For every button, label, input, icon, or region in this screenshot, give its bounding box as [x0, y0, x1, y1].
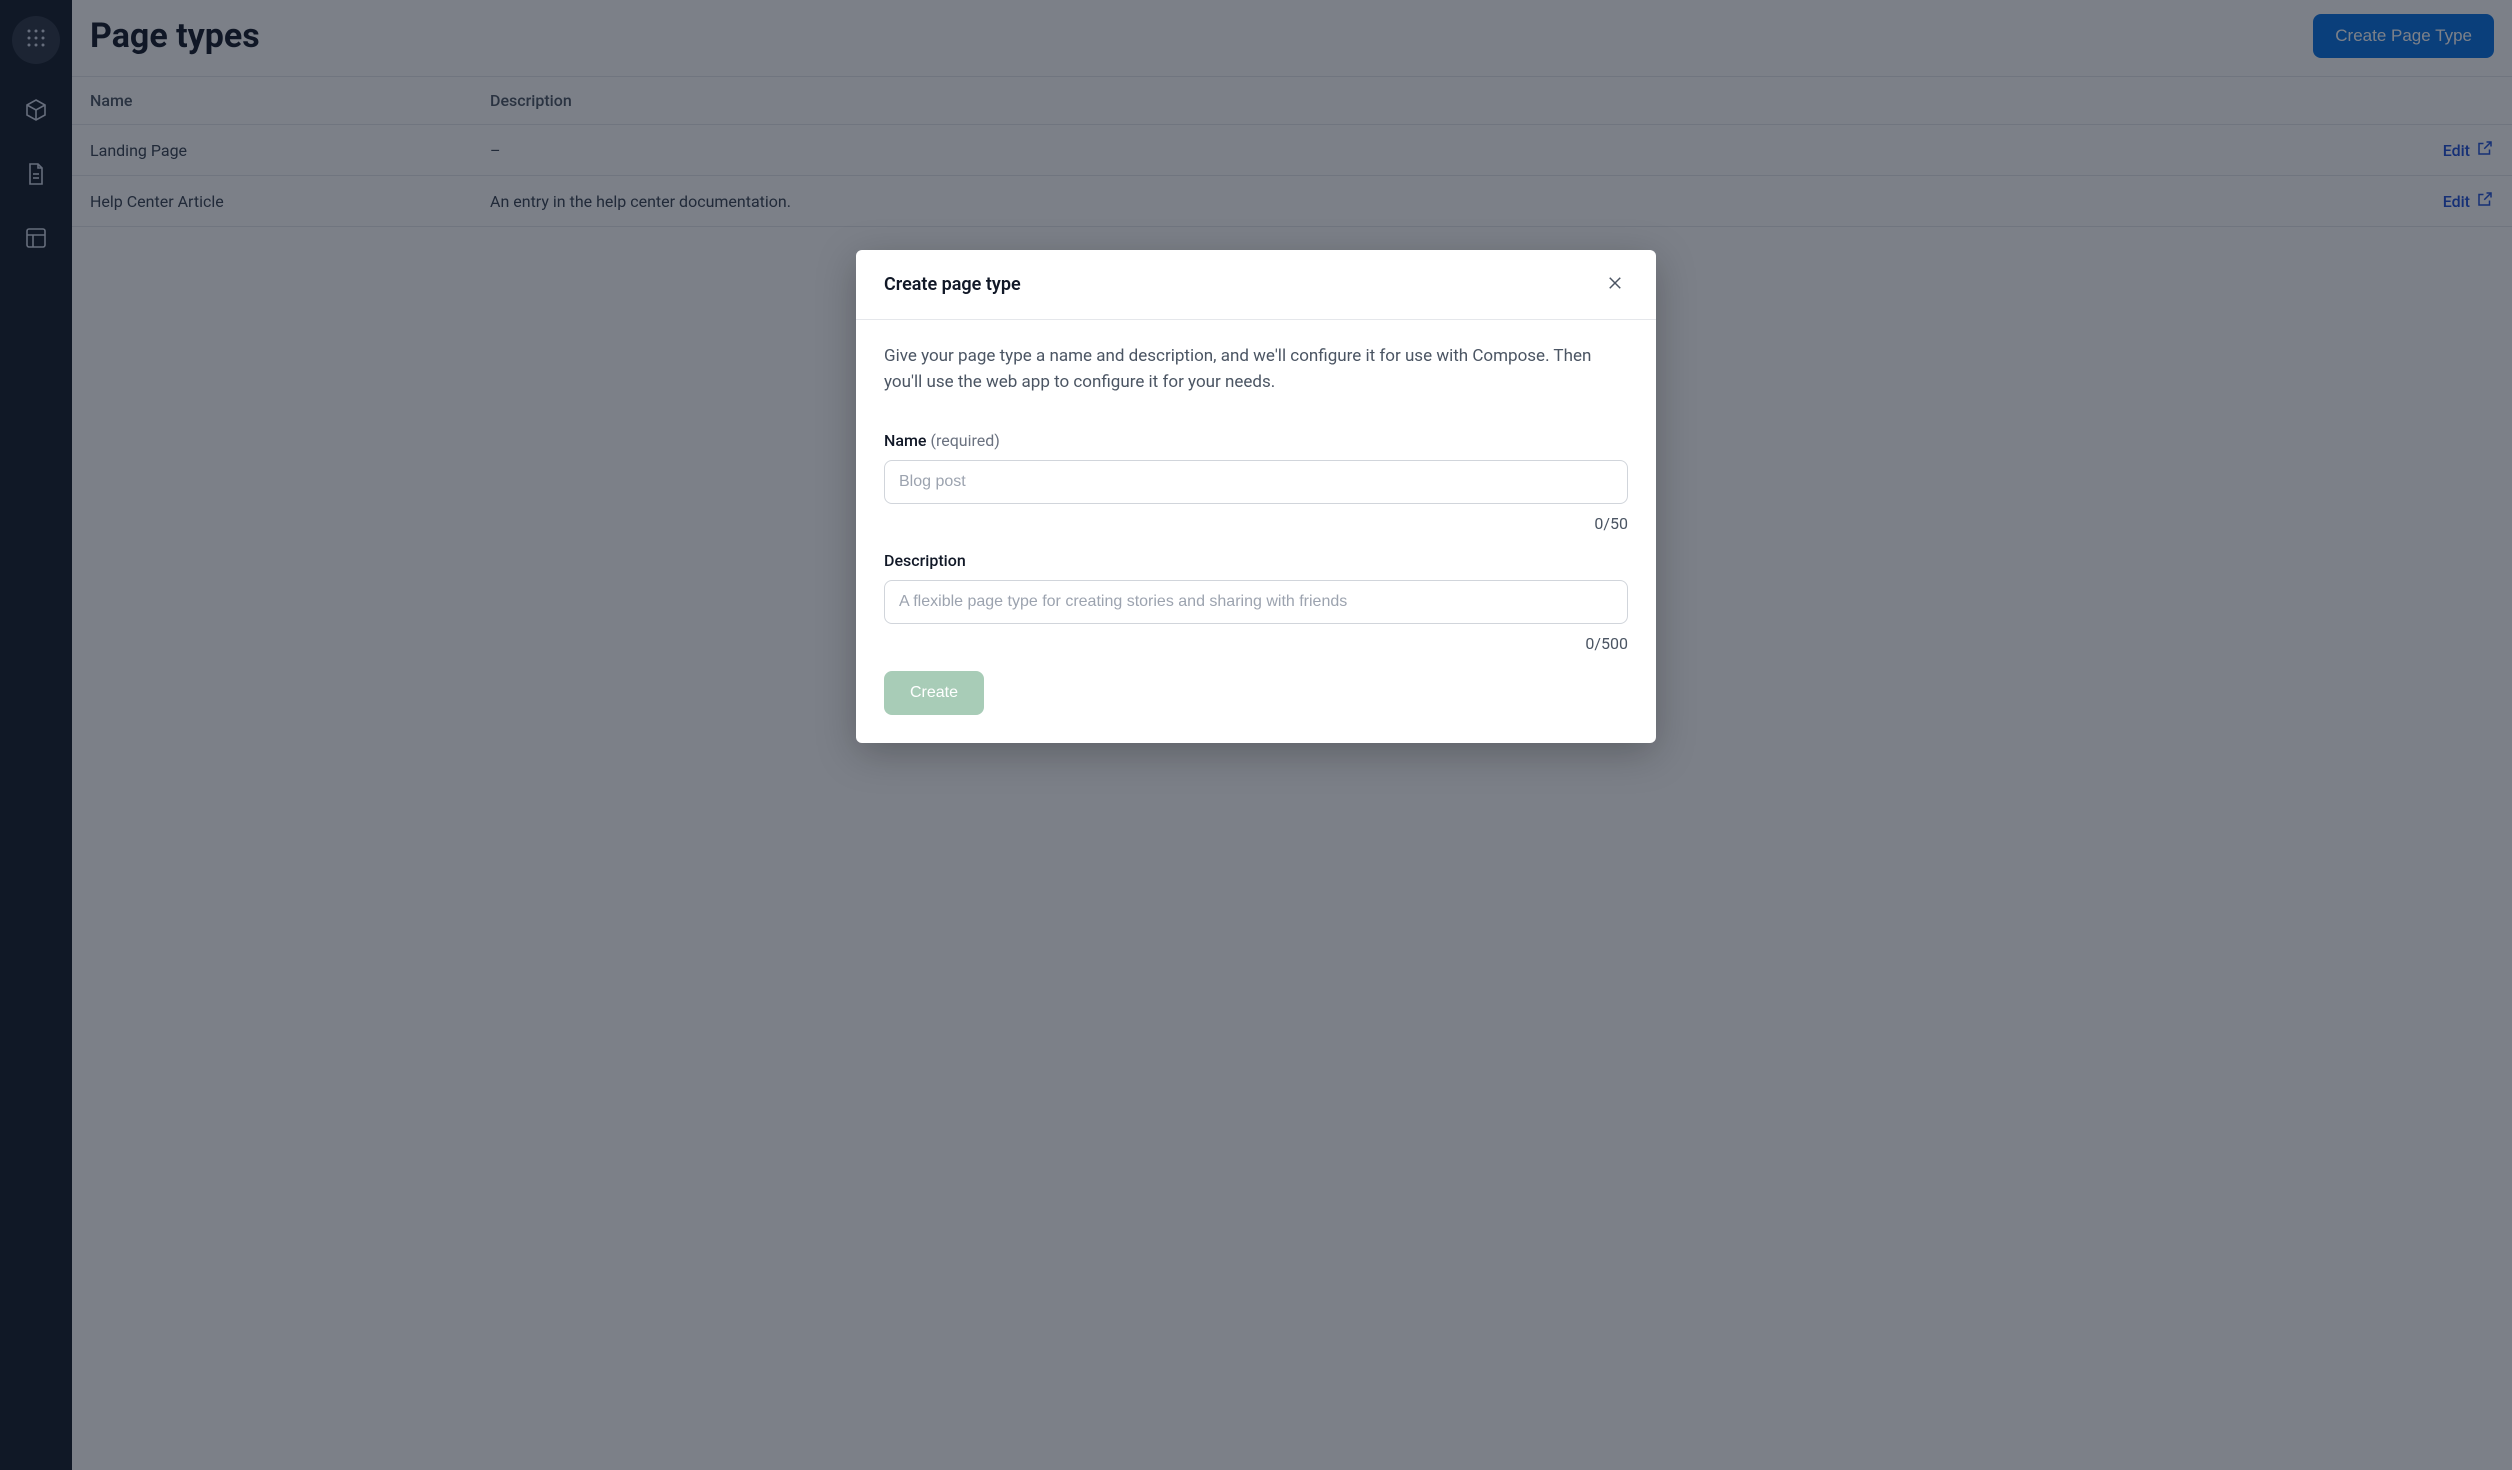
close-button[interactable] [1602, 270, 1628, 299]
modal-body: Give your page type a name and descripti… [856, 320, 1656, 743]
modal-header: Create page type [856, 250, 1656, 320]
name-counter: 0/50 [884, 514, 1628, 533]
description-counter: 0/500 [884, 634, 1628, 653]
close-icon [1606, 280, 1624, 295]
name-input[interactable] [884, 460, 1628, 504]
modal-title: Create page type [884, 274, 1021, 295]
name-field-label: Name (required) [884, 431, 1628, 450]
description-input[interactable] [884, 580, 1628, 624]
create-page-type-modal: Create page type Give your page type a n… [856, 250, 1656, 743]
description-field-label: Description [884, 551, 1628, 570]
modal-overlay[interactable]: Create page type Give your page type a n… [0, 0, 2512, 1470]
create-button[interactable]: Create [884, 671, 984, 715]
modal-intro-text: Give your page type a name and descripti… [884, 344, 1628, 395]
